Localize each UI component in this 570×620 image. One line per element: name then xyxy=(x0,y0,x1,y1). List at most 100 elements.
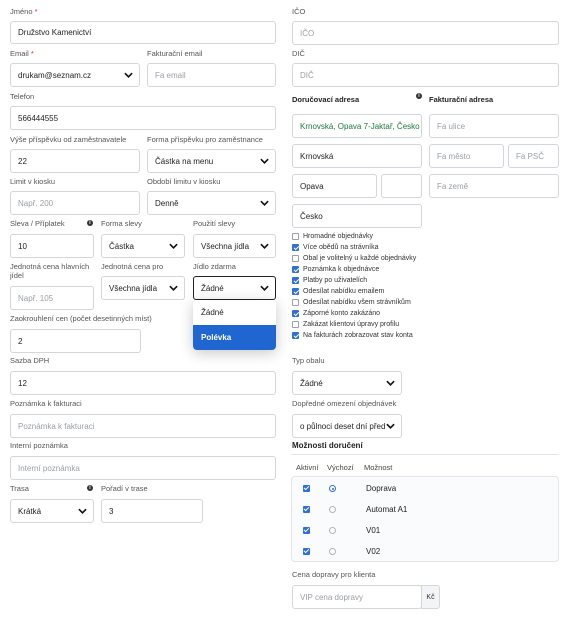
checkbox-label: Platby po uživatelích xyxy=(303,276,368,284)
default-radio[interactable] xyxy=(329,548,336,555)
default-radio[interactable] xyxy=(329,527,336,534)
jednotna-cena-pro-select[interactable]: Všechna jídla xyxy=(101,276,185,300)
dopredne-omezeni-select[interactable]: o půlnoci deset dní před xyxy=(292,414,402,438)
fakturacni-email-input[interactable]: Fa email xyxy=(147,63,276,87)
fakturacni-adresa-label: Fakturační adresa xyxy=(429,95,494,104)
currency-addon: Kč xyxy=(421,585,440,609)
fakturacni-zeme-input[interactable]: Fa země xyxy=(429,174,559,198)
checkbox[interactable] xyxy=(292,276,299,284)
sazba-dph-input[interactable]: 12 xyxy=(10,371,276,395)
info-icon[interactable]: i xyxy=(87,220,93,226)
checkbox[interactable] xyxy=(292,232,299,240)
checkbox[interactable] xyxy=(292,309,299,317)
delivery-options-table: Doprava Automat A1 V01 V02 xyxy=(291,476,559,562)
dic-input[interactable]: DIČ xyxy=(292,63,559,87)
checkbox-poznamka-objednavce[interactable]: Poznámka k objednávce xyxy=(292,264,379,274)
checkbox[interactable] xyxy=(292,331,299,339)
checkbox-zakazat-upravy[interactable]: Zakázat klientovi úpravy profilu xyxy=(292,319,399,329)
vyse-prispevku-input[interactable]: 22 xyxy=(10,149,140,173)
dopredne-omezeni-label: Dopředné omezení objednávek xyxy=(292,399,397,408)
info-icon[interactable]: i xyxy=(416,93,422,99)
checkbox-label: Zakázat klientovi úpravy profilu xyxy=(303,320,400,328)
checkbox-label: Obal je volitelný u každé objednávky xyxy=(303,254,417,262)
active-checkbox[interactable] xyxy=(303,527,310,534)
email-select[interactable]: drukam@seznam.cz xyxy=(10,63,140,87)
checkbox-label: Odesílat nabídku všem strávníkům xyxy=(303,298,411,306)
dorucovaci-ulice-input[interactable]: Krnovská, Opava 7-Jaktař, Česko xyxy=(292,114,422,138)
fakturacni-ulice-input[interactable]: Fa ulice xyxy=(429,114,559,138)
checkbox[interactable] xyxy=(292,254,299,262)
checkbox-label: Více obědů na strávníka xyxy=(303,243,379,251)
typ-obalu-label: Typ obalu xyxy=(292,356,325,365)
limit-label: Limit v kiosku xyxy=(10,177,56,186)
checkbox-label: Hromadné objednávky xyxy=(303,232,374,240)
fakturacni-mesto-input[interactable]: Fa město xyxy=(429,144,504,168)
checkbox-platby-uzivatelich[interactable]: Platby po uživatelích xyxy=(292,275,367,285)
checkbox-vice-obedu[interactable]: Více obědů na strávníka xyxy=(292,242,379,252)
active-checkbox[interactable] xyxy=(303,485,310,492)
dropdown-option[interactable]: Žádné xyxy=(193,300,276,325)
default-radio[interactable] xyxy=(329,506,336,513)
telefon-label: Telefon xyxy=(10,92,35,101)
dropdown-option-highlighted[interactable]: Polévka xyxy=(193,325,276,350)
checkbox-stav-konta[interactable]: Na fakturách zobrazovat stav konta xyxy=(292,330,413,340)
dorucovaci-psc-input[interactable] xyxy=(381,174,422,198)
moznosti-doruceni-title: Možnosti doručení xyxy=(292,441,363,450)
telefon-input[interactable]: 566444555 xyxy=(10,106,276,130)
forma-prispevku-select[interactable]: Částka na menu xyxy=(147,149,276,173)
fakturacni-psc-input[interactable]: Fa PSČ xyxy=(508,144,559,168)
forma-slevy-select[interactable]: Částka xyxy=(101,234,185,258)
chevron-down-icon xyxy=(260,243,269,249)
forma-prispevku-label: Forma příspěvku pro zaměstnance xyxy=(147,135,263,144)
ico-input[interactable]: IČO xyxy=(292,21,559,45)
checkbox[interactable] xyxy=(292,287,299,295)
checkbox[interactable] xyxy=(292,298,299,306)
dorucovaci-mesto-input[interactable]: Opava xyxy=(292,174,377,198)
zaokrouhleni-label: Zaokrouhlení cen (počet desetinných míst… xyxy=(10,314,152,323)
typ-obalu-select[interactable]: Žádné xyxy=(292,371,402,395)
checkbox[interactable] xyxy=(292,320,299,328)
dorucovaci-ulice2-input[interactable]: Krnovská xyxy=(292,144,422,168)
checkbox[interactable] xyxy=(292,243,299,251)
poradi-trasa-input[interactable]: 3 xyxy=(101,499,203,523)
jidlo-zdarma-select[interactable]: Žádné xyxy=(193,276,276,300)
poradi-trasa-label: Pořadí v trase xyxy=(101,484,148,493)
zaokrouhleni-input[interactable]: 2 xyxy=(10,329,141,353)
pouziti-slevy-select[interactable]: Všechna jídla xyxy=(193,234,276,258)
header-vychozi: Výchozí xyxy=(327,463,354,472)
dorucovaci-adresa-label: Doručovací adresa xyxy=(292,95,360,104)
trasa-select[interactable]: Krátká xyxy=(10,499,94,523)
jednotna-cena-hlavnich-label-1: Jednotná cena hlavních xyxy=(10,262,90,271)
checkbox-obal-volitelny[interactable]: Obal je volitelný u každé objednávky xyxy=(292,253,416,263)
checkbox-zaporne-konto[interactable]: Záporné konto zakázáno xyxy=(292,308,380,318)
interni-poznamka-input[interactable]: Interní poznámka xyxy=(10,456,276,480)
header-moznost: Možnost xyxy=(364,463,393,472)
obdobi-limitu-select[interactable]: Denně xyxy=(147,191,276,215)
chevron-down-icon xyxy=(386,380,395,386)
jednotna-cena-hlavnich-input[interactable]: Např. 105 xyxy=(10,286,94,310)
limit-input[interactable]: Např. 200 xyxy=(10,191,140,215)
sleva-input[interactable]: 10 xyxy=(10,234,94,258)
checkbox-odesilat-emailem[interactable]: Odesílat nabídku emailem xyxy=(292,286,384,296)
active-checkbox[interactable] xyxy=(303,506,310,513)
checkbox[interactable] xyxy=(292,265,299,273)
checkbox-hromadne-objednavky[interactable]: Hromadné objednávky xyxy=(292,231,373,241)
table-row: Doprava xyxy=(292,478,560,499)
obdobi-limitu-label: Období limitu v kiosku xyxy=(147,177,221,186)
chevron-down-icon xyxy=(260,158,269,164)
interni-poznamka-label: Interní poznámka xyxy=(10,441,68,450)
checkbox-odesilat-vsem[interactable]: Odesílat nabídku všem strávníkům xyxy=(292,297,411,307)
info-icon[interactable]: i xyxy=(87,485,93,491)
email-label: Email * xyxy=(10,49,34,58)
option-name: Doprava xyxy=(366,484,397,493)
jmeno-label: Jméno * xyxy=(10,7,38,16)
poznamka-fakturaci-input[interactable]: Poznámka k fakturaci xyxy=(10,414,276,438)
checkbox-label: Záporné konto zakázáno xyxy=(303,309,381,317)
chevron-down-icon xyxy=(124,72,133,78)
jmeno-input[interactable]: Družstvo Kamenictví xyxy=(10,21,276,44)
active-checkbox[interactable] xyxy=(303,548,310,555)
cena-dopravy-input[interactable]: VIP cena dopravy xyxy=(292,585,422,609)
chevron-down-icon xyxy=(386,423,395,429)
dorucovaci-zeme-input[interactable]: Česko xyxy=(292,204,422,228)
default-radio[interactable] xyxy=(329,485,336,492)
